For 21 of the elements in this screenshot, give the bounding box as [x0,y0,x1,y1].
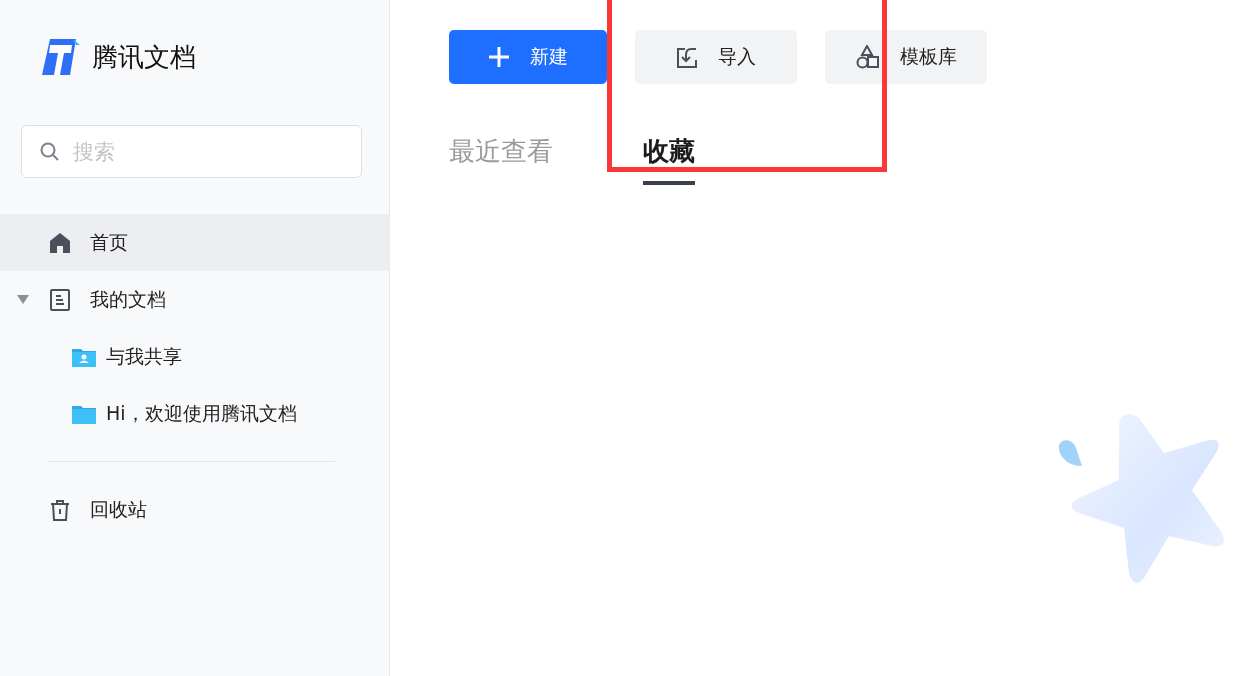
shared-folder-icon [72,346,96,367]
templates-button[interactable]: 模板库 [825,30,987,84]
sidebar-item[interactable]: Hi，欢迎使用腾讯文档 [0,385,389,442]
app-name: 腾讯文档 [92,40,196,74]
new-button[interactable]: 新建 [449,30,607,84]
trash-icon [48,497,72,522]
sidebar-item[interactable]: 回收站 [0,481,389,538]
sidebar-item[interactable]: 我的文档 [0,271,389,328]
document-icon [48,287,72,312]
import-icon [676,46,698,68]
sidebar-item[interactable]: 与我共享 [0,328,389,385]
import-button[interactable]: 导入 [635,30,797,84]
folder-icon [72,403,96,424]
logo-icon [42,39,80,75]
tab[interactable]: 收藏 [643,134,695,185]
sidebar-item[interactable]: 首页 [0,214,389,271]
search-field[interactable]: 搜索 [21,125,362,178]
home-icon [48,230,72,255]
plus-icon [488,46,510,68]
caret-icon[interactable] [17,295,29,304]
shapes-icon [855,45,880,69]
